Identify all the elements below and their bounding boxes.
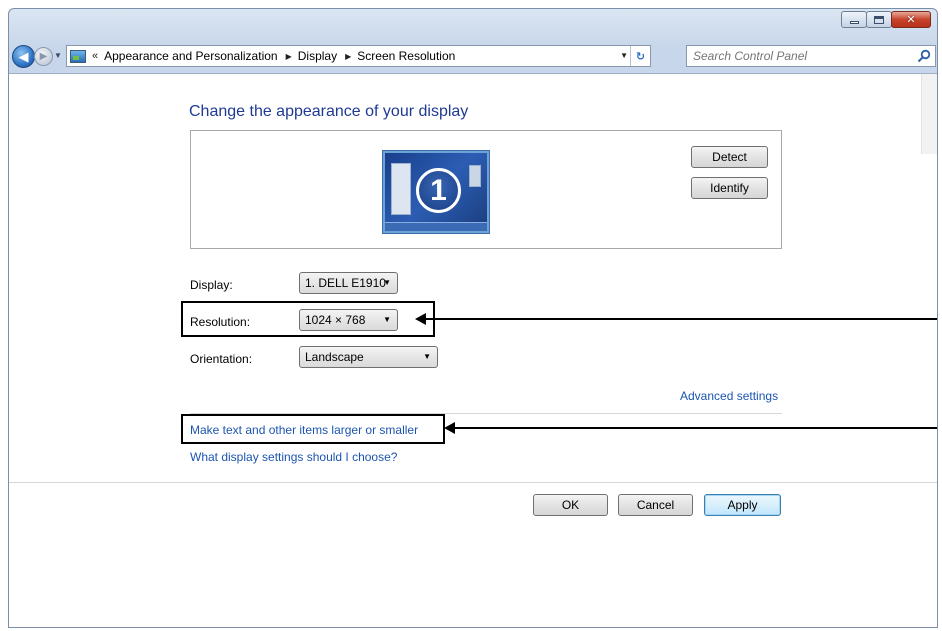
minimize-button[interactable] (841, 11, 867, 28)
navigation-bar: ◀ ▶ ▼ « Appearance and Personalization ▶… (9, 42, 937, 70)
maximize-icon (874, 15, 884, 24)
breadcrumb-display[interactable]: Display (298, 49, 337, 63)
monitor-arrangement-panel: 1 Detect Identify (190, 130, 782, 249)
chevron-down-icon: ▼ (383, 315, 391, 324)
breadcrumb-screen-resolution[interactable]: Screen Resolution (357, 49, 455, 63)
search-input[interactable] (693, 49, 908, 63)
search-box[interactable] (686, 45, 936, 67)
forward-button[interactable]: ▶ (34, 47, 53, 66)
annotation-arrow (425, 318, 937, 320)
address-dropdown-icon[interactable]: ▼ (620, 51, 628, 60)
cancel-button[interactable]: Cancel (618, 494, 693, 516)
maximize-button[interactable] (866, 11, 892, 28)
address-bar[interactable]: « Appearance and Personalization ▶ Displ… (66, 45, 651, 67)
refresh-icon: ↻ (635, 50, 646, 63)
resolution-value: 1024 × 768 (305, 313, 366, 327)
forward-arrow-icon: ▶ (39, 51, 48, 62)
resolution-select[interactable]: 1024 × 768 ▼ (299, 309, 398, 331)
ok-button[interactable]: OK (533, 494, 608, 516)
refresh-button[interactable]: ↻ (630, 46, 650, 66)
minimize-icon (849, 21, 859, 24)
orientation-value: Landscape (305, 350, 364, 364)
display-help-link[interactable]: What display settings should I choose? (190, 450, 397, 464)
advanced-settings-link[interactable]: Advanced settings (680, 389, 778, 403)
breadcrumb-chevron-icon[interactable]: ▶ (345, 52, 351, 61)
monitor-taskbar (385, 222, 487, 231)
breadcrumb-chevron-icon[interactable]: ▶ (286, 52, 292, 61)
caption-buttons: ✕ (841, 11, 931, 28)
back-arrow-icon: ◀ (18, 48, 29, 64)
scrollbar-track[interactable] (921, 74, 937, 154)
display-value: 1. DELL E1910 (305, 276, 386, 290)
recent-pages-dropdown-icon[interactable]: ▼ (54, 51, 62, 60)
title-bar: ✕ (9, 9, 937, 35)
monitor-window-thumbnail (469, 165, 481, 187)
page-title: Change the appearance of your display (189, 103, 469, 120)
display-label: Display: (190, 278, 233, 292)
text-size-link[interactable]: Make text and other items larger or smal… (190, 423, 418, 437)
control-panel-icon (70, 49, 86, 63)
resolution-label: Resolution: (190, 315, 251, 329)
identify-button[interactable]: Identify (691, 177, 768, 199)
monitor-window-thumbnail (391, 163, 411, 215)
footer-divider (9, 482, 937, 483)
control-panel-window: ✕ ◀ ▶ ▼ « Appearance and Personalization… (8, 8, 938, 628)
breadcrumb-appearance[interactable]: Appearance and Personalization (104, 49, 277, 63)
monitor-number-badge: 1 (416, 168, 461, 213)
orientation-label: Orientation: (190, 352, 253, 366)
back-button[interactable]: ◀ (12, 45, 35, 68)
annotation-arrow (454, 427, 937, 429)
breadcrumb-overflow-button[interactable]: « (92, 50, 98, 62)
close-icon: ✕ (906, 13, 916, 26)
orientation-select[interactable]: Landscape ▼ (299, 346, 438, 368)
detect-button[interactable]: Detect (691, 146, 768, 168)
display-select[interactable]: 1. DELL E1910 ▼ (299, 272, 398, 294)
apply-button[interactable]: Apply (704, 494, 781, 516)
chevron-down-icon: ▼ (383, 278, 391, 287)
search-icon[interactable] (917, 49, 931, 63)
monitor-1-thumbnail[interactable]: 1 (383, 151, 489, 233)
close-button[interactable]: ✕ (891, 11, 931, 28)
content-pane: Change the appearance of your display 1 … (9, 73, 937, 627)
chevron-down-icon: ▼ (423, 352, 431, 361)
